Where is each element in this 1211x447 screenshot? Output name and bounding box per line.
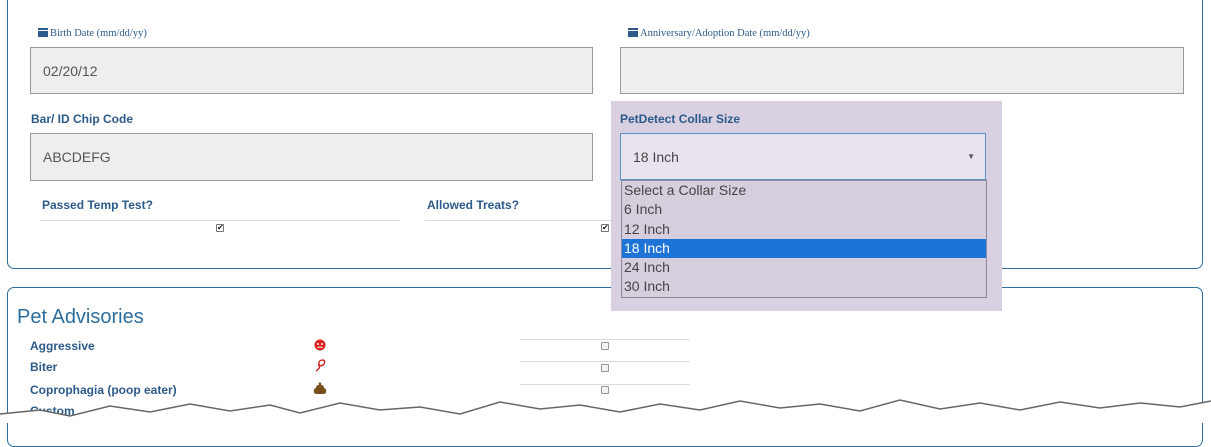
collar-size-dropdown[interactable]: Select a Collar Size 6 Inch 12 Inch 18 I… [621,180,987,298]
dropdown-option[interactable]: 24 Inch [622,258,986,277]
advisory-label: Aggressive [30,339,95,353]
chip-code-input[interactable]: ABCDEFG [30,133,593,181]
collar-size-select[interactable]: 18 Inch ▼ [620,133,986,180]
divider [425,220,615,221]
biter-checkbox[interactable] [601,364,609,372]
temp-test-checkbox[interactable]: ✔ [216,224,224,232]
birth-date-input[interactable]: 02/20/12 [30,47,593,94]
aggressive-checkbox[interactable] [601,342,609,350]
bite-icon [315,359,326,372]
advisories-title: Pet Advisories [17,306,144,328]
dropdown-option[interactable]: 12 Inch [622,220,986,239]
calendar-icon [628,28,638,37]
divider [520,339,690,340]
anniversary-date-label: Anniversary/Adoption Date (mm/dd/yy) [628,28,810,39]
treats-label: Allowed Treats? [427,198,520,212]
calendar-icon [38,28,48,37]
divider [40,220,400,221]
divider [520,384,690,385]
birth-date-label: Birth Date (mm/dd/yy) [38,28,147,39]
treats-checkbox[interactable]: ✔ [601,224,609,232]
chevron-down-icon: ▼ [967,152,975,161]
divider [520,361,690,362]
collar-size-label: PetDetect Collar Size [620,112,741,126]
angry-face-icon [314,339,326,351]
torn-bottom-edge [0,399,1211,423]
advisory-label: Biter [30,360,58,374]
anniversary-date-input[interactable] [620,47,1184,94]
dropdown-option[interactable]: 6 Inch [622,200,986,219]
dropdown-option[interactable]: 30 Inch [622,277,986,296]
dropdown-option[interactable]: Select a Collar Size [622,181,986,200]
dropdown-option-selected[interactable]: 18 Inch [622,238,986,259]
chip-code-label: Bar/ ID Chip Code [31,112,134,126]
temp-test-label: Passed Temp Test? [42,198,153,212]
